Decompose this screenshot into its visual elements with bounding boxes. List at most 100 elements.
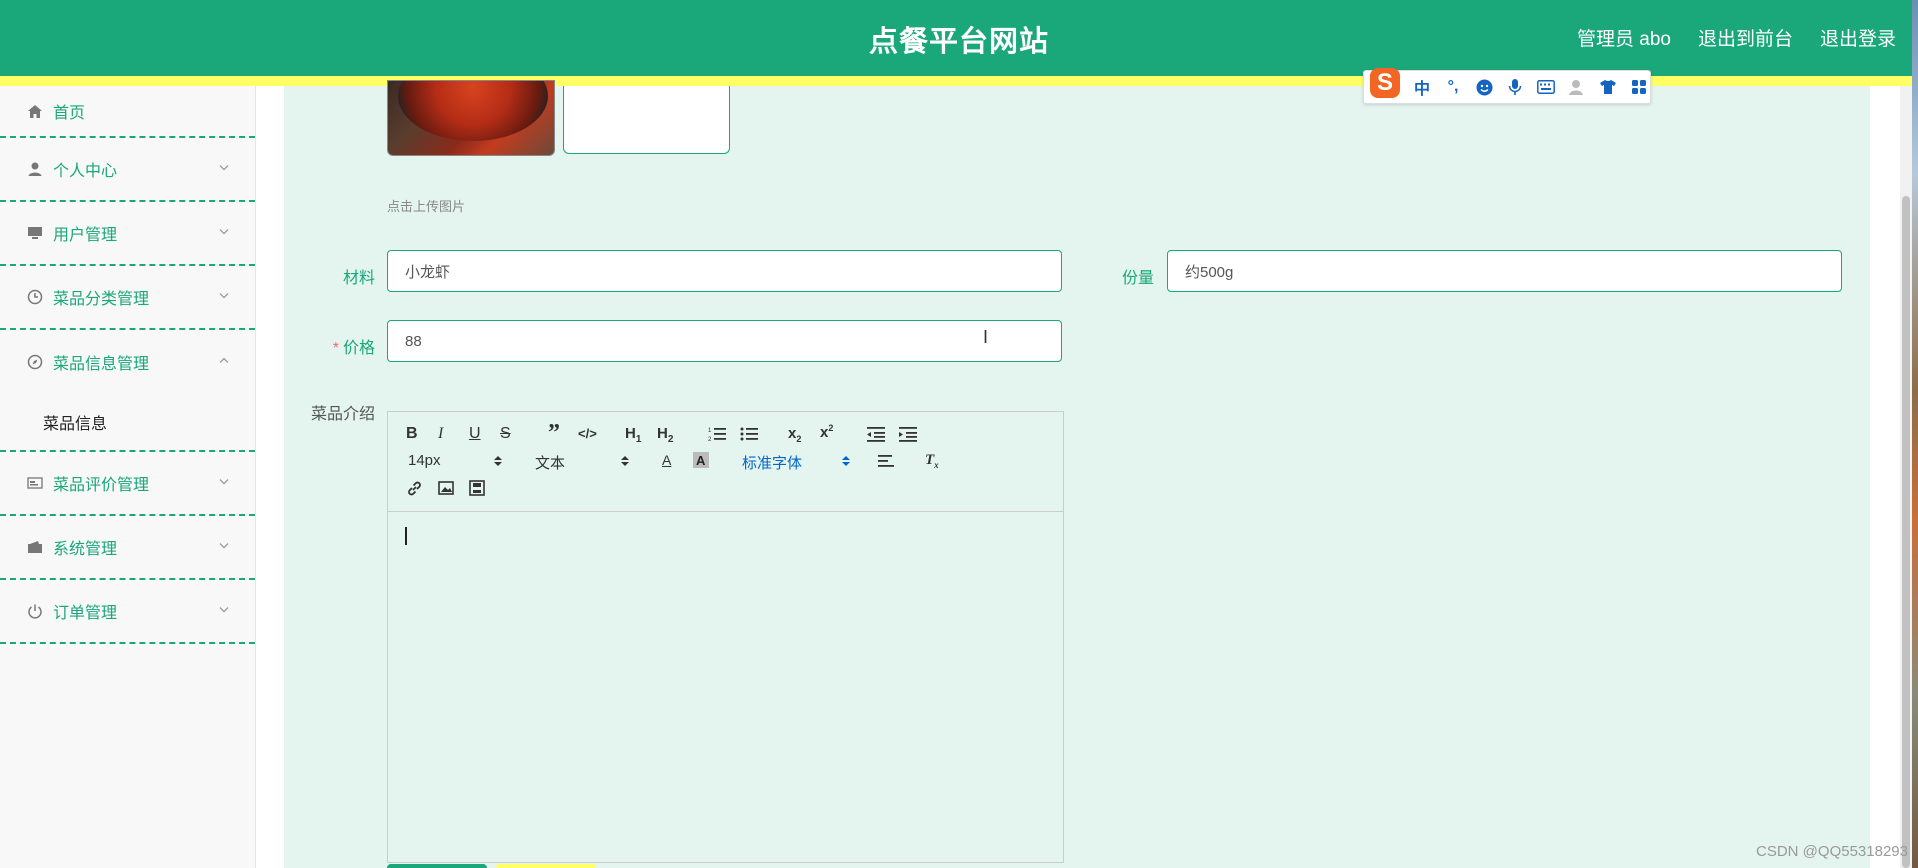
monitor-icon: [26, 225, 43, 242]
microphone-icon[interactable]: [1506, 78, 1524, 96]
font-size-select[interactable]: 14px: [408, 452, 503, 469]
upload-tip: 点击上传图片: [387, 199, 466, 214]
sidebar-item-system[interactable]: 系统管理: [0, 516, 255, 580]
h2-icon[interactable]: H2: [657, 425, 673, 445]
image-icon[interactable]: [438, 480, 454, 496]
sidebar-subitem-dish-info[interactable]: 菜品信息: [0, 394, 255, 452]
underline-icon[interactable]: U: [469, 425, 481, 443]
bullet-list-icon[interactable]: [740, 426, 758, 442]
admin-label[interactable]: 管理员 abo: [1577, 24, 1671, 51]
select-caret-icon: [494, 456, 502, 466]
material-input[interactable]: 小龙虾: [387, 250, 1062, 292]
h2-text: H: [657, 425, 668, 442]
h1-icon[interactable]: H1: [625, 425, 641, 445]
sidebar-item-dish-info[interactable]: 菜品信息管理: [0, 330, 255, 394]
font-family-select[interactable]: 标准字体: [742, 452, 852, 473]
ime-toolbar: S 中 °,: [1363, 68, 1651, 104]
chevron-down-icon: [219, 229, 229, 235]
superscript-icon[interactable]: x2: [820, 423, 833, 441]
toolbox-grid-icon[interactable]: [1630, 78, 1648, 96]
block-type-value: 文本: [535, 455, 566, 472]
user-service-icon[interactable]: [1568, 78, 1586, 96]
sidebar-item-label: 菜品分类管理: [53, 291, 150, 308]
text-cursor-icon: I: [983, 327, 989, 347]
rich-text-editor: B I U S ” </> H1 H2 12 x2 x2 14px 文本 A A…: [387, 411, 1064, 863]
clear-format-icon[interactable]: Tx: [925, 452, 939, 470]
sidebar: 首页 个人中心 用户管理 菜品分类管理 菜品信息管理 菜品信息 菜品评价管理 系…: [0, 86, 256, 868]
logout-link[interactable]: 退出登录: [1820, 24, 1896, 51]
sidebar-item-user-management[interactable]: 用户管理: [0, 202, 255, 266]
sidebar-item-home[interactable]: 首页: [0, 86, 255, 138]
outdent-icon[interactable]: [867, 426, 885, 442]
ime-mode-toggle[interactable]: 中: [1413, 78, 1431, 98]
sidebar-item-label: 用户管理: [53, 227, 118, 244]
page-scrollbar-thumb[interactable]: [1902, 196, 1910, 868]
price-label-text: 价格: [342, 340, 375, 357]
sidebar-item-label: 个人中心: [53, 163, 118, 180]
sidebar-item-label: 菜品信息管理: [53, 356, 150, 373]
emoji-icon[interactable]: [1475, 78, 1493, 96]
material-label: 材料: [342, 270, 375, 287]
sidebar-item-label: 菜品评价管理: [53, 477, 150, 494]
sidebar-item-dish-review[interactable]: 菜品评价管理: [0, 452, 255, 516]
h1-text: H: [625, 425, 636, 442]
chevron-down-icon: [219, 479, 229, 485]
keyboard-icon[interactable]: [1537, 78, 1555, 96]
svg-text:1: 1: [708, 428, 712, 434]
submit-button[interactable]: [387, 864, 487, 868]
portion-label: 份量: [1121, 270, 1154, 287]
bold-icon[interactable]: B: [406, 425, 418, 443]
blockquote-icon[interactable]: ”: [548, 420, 560, 447]
back-to-front-link[interactable]: 退出到前台: [1698, 24, 1793, 51]
sidebar-item-label: 系统管理: [53, 541, 118, 558]
strike-icon[interactable]: S: [500, 425, 511, 443]
portion-input[interactable]: 约500g: [1167, 250, 1842, 292]
align-icon[interactable]: [878, 453, 896, 469]
intro-label: 菜品介绍: [310, 406, 375, 423]
chevron-down-icon: [219, 293, 229, 299]
subscript-icon[interactable]: x2: [788, 425, 801, 444]
sogou-logo-icon[interactable]: S: [1370, 68, 1400, 98]
link-icon[interactable]: [406, 480, 423, 497]
svg-text:A: A: [696, 453, 706, 468]
sidebar-item-orders[interactable]: 订单管理: [0, 580, 255, 644]
skin-shirt-icon[interactable]: [1599, 78, 1617, 96]
sidebar-item-label: 首页: [53, 105, 86, 122]
select-caret-icon: [842, 456, 850, 466]
crayfish-plate-image: [398, 81, 548, 141]
indent-icon[interactable]: [899, 426, 917, 442]
cancel-button[interactable]: [496, 864, 596, 868]
required-mark: *: [332, 340, 339, 357]
card-icon: [26, 475, 43, 492]
power-icon: [26, 603, 43, 620]
block-type-select[interactable]: 文本: [535, 452, 630, 473]
svg-text:2: 2: [708, 437, 712, 442]
top-links: 管理员 abo 退出到前台 退出登录: [1577, 24, 1896, 51]
top-bar: 点餐平台网站 管理员 abo 退出到前台 退出登录: [0, 0, 1918, 86]
video-icon[interactable]: [469, 480, 485, 496]
editor-content-area[interactable]: [388, 512, 1063, 862]
chevron-down-icon: [219, 543, 229, 549]
sidebar-item-personal-center[interactable]: 个人中心: [0, 138, 255, 202]
ordered-list-icon[interactable]: 12: [708, 426, 726, 442]
image-upload-box[interactable]: [563, 86, 730, 154]
editor-toolbar: B I U S ” </> H1 H2 12 x2 x2 14px 文本 A A…: [388, 412, 1063, 512]
ime-punct-toggle[interactable]: °,: [1444, 78, 1462, 96]
font-color-icon[interactable]: A: [662, 452, 671, 468]
chevron-down-icon: [219, 607, 229, 613]
clock-icon: [26, 289, 43, 306]
home-icon: [26, 103, 43, 120]
sidebar-item-dish-category[interactable]: 菜品分类管理: [0, 266, 255, 330]
desktop-background-strip: [1912, 0, 1918, 868]
italic-icon[interactable]: I: [438, 425, 443, 443]
chevron-up-icon: [219, 357, 229, 364]
csdn-watermark: CSDN @QQ55318293: [1756, 843, 1908, 860]
price-input[interactable]: 88: [387, 320, 1062, 362]
select-caret-icon: [621, 456, 629, 466]
user-icon: [26, 161, 43, 178]
background-color-icon[interactable]: A: [693, 452, 709, 468]
font-size-value: 14px: [408, 452, 441, 469]
price-label: * 价格: [300, 334, 375, 358]
code-icon[interactable]: </>: [578, 426, 597, 441]
dish-image-preview[interactable]: [387, 80, 555, 156]
